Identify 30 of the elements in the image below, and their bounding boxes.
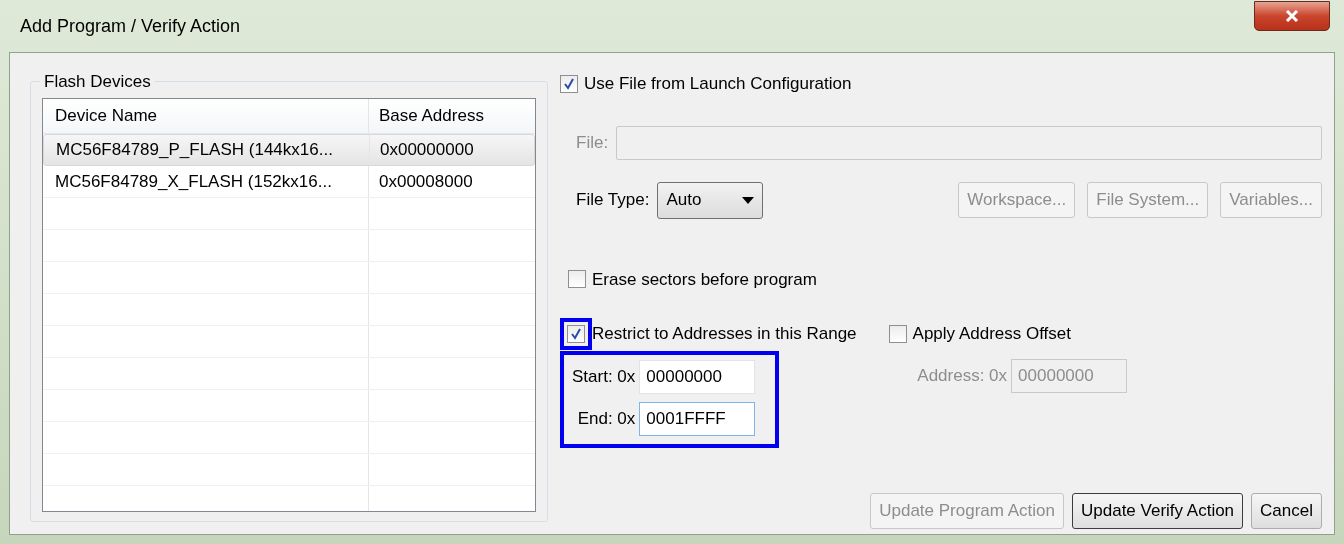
- caret-icon: [742, 196, 755, 204]
- checkbox-label: Restrict to Addresses in this Range: [592, 323, 857, 346]
- checkbox-label: Use File from Launch Configuration: [584, 73, 852, 95]
- table-row[interactable]: MC56F84789_P_FLASH (144kx16... 0x00000000: [43, 134, 535, 166]
- field-label: Start: 0x: [572, 366, 636, 389]
- table-row[interactable]: MC56F84789_X_FLASH (152kx16... 0x00008000: [43, 166, 535, 198]
- checkbox[interactable]: [560, 74, 578, 93]
- column-header[interactable]: Base Address: [369, 99, 535, 133]
- checkbox[interactable]: [888, 325, 907, 343]
- field-label: End: 0x: [577, 408, 636, 431]
- close-button[interactable]: [1254, 1, 1330, 31]
- table-cell: MC56F84789_X_FLASH (152kx16...: [43, 166, 369, 197]
- dialog-button[interactable]: Update Verify Action: [1072, 493, 1244, 529]
- checkbox-label: Apply Address Offset: [912, 323, 1071, 346]
- checkbox-label: Erase sectors before program: [592, 268, 817, 291]
- table-cell: MC56F84789_P_FLASH (144kx16...: [44, 135, 370, 165]
- address-field[interactable]: 0001FFFF: [639, 402, 756, 436]
- table-cell-text: 0x00008000: [378, 170, 474, 193]
- address-field[interactable]: 00000000: [639, 360, 756, 394]
- field-label: Address: 0x: [917, 365, 1008, 388]
- close-icon: [1285, 10, 1299, 22]
- dialog-button[interactable]: Cancel: [1251, 493, 1322, 529]
- file-type-dropdown[interactable]: Auto: [657, 181, 764, 219]
- checkbox[interactable]: [568, 270, 586, 289]
- field-label: File:: [576, 131, 609, 154]
- window-title: Add Program / Verify Action: [20, 14, 241, 38]
- table-cell-text: 0x00000000: [379, 139, 475, 162]
- field-label: File Type:: [576, 189, 650, 212]
- checkbox[interactable]: [567, 325, 585, 343]
- column-header[interactable]: Device Name: [43, 99, 369, 133]
